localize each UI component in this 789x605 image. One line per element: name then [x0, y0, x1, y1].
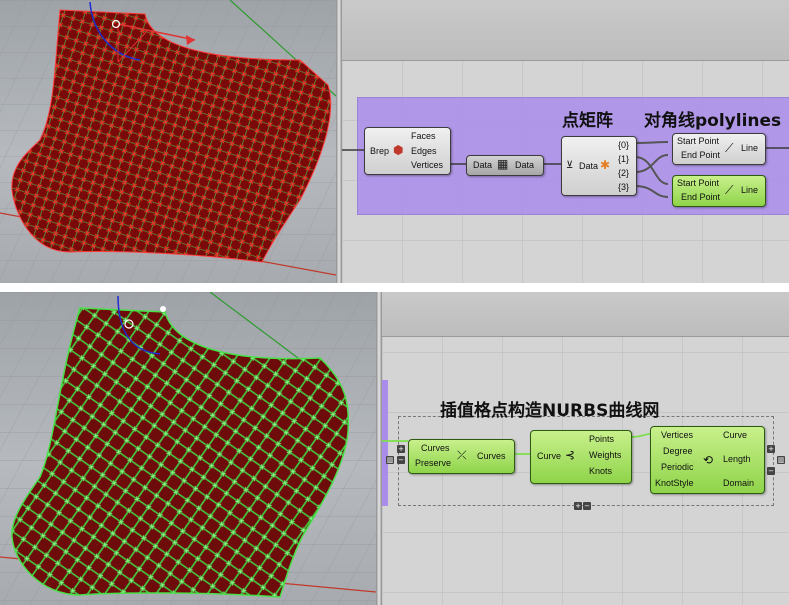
viewport-bottom[interactable] — [0, 292, 376, 605]
nurbs-input-degree: Degree — [663, 446, 693, 456]
line1-input-end: End Point — [681, 150, 721, 160]
matrix-icon: ▦ — [497, 157, 509, 171]
flip-curve-icon: ⤫ — [457, 448, 467, 462]
line-component-2[interactable]: Start Point End Point ⟋ Line — [672, 175, 766, 207]
canvas-bottom[interactable]: 插值格点构造NURBS曲线网 + − ▥ + − ▥ + − Curves Pr… — [382, 292, 789, 605]
nurbs-input-vertices: Vertices — [661, 430, 694, 440]
line-icon: ⟋ — [725, 183, 734, 197]
control-output-knots: Knots — [589, 466, 613, 476]
line2-input-end: End Point — [681, 192, 721, 202]
nurbs-output-curve: Curve — [723, 430, 748, 440]
control-points-component[interactable]: Curve ⊰ Points Weights Knots — [530, 430, 632, 484]
param-button-right[interactable]: ▥ — [777, 456, 785, 464]
nurbs-input-knotstyle: KnotStyle — [655, 478, 694, 488]
zoom-in-button-left[interactable]: + — [397, 445, 405, 453]
data1-input-label: Data — [473, 160, 493, 170]
flip-input-preserve: Preserve — [415, 458, 452, 468]
tree-icon: ✱ — [600, 158, 611, 172]
flip-output-curves: Curves — [477, 451, 506, 461]
line-icon: ⟋ — [725, 141, 734, 155]
viewport-top-render — [0, 0, 336, 283]
data1-output-label: Data — [515, 160, 535, 170]
viewport-top[interactable] — [0, 0, 336, 283]
explode-output-0: {0} — [618, 140, 630, 150]
canvas-top[interactable]: 点矩阵 对角线polylines Brep ⬢ Faces Edges Vert… — [342, 0, 789, 283]
explode-output-3: {3} — [618, 182, 630, 192]
nurbs-output-domain: Domain — [723, 478, 755, 488]
zoom-out-button-left[interactable]: − — [397, 456, 405, 464]
flip-curve-component[interactable]: Curves Preserve ⤫ Curves — [408, 439, 515, 474]
nurbs-input-periodic: Periodic — [661, 462, 694, 472]
deconstruct-brep-component[interactable]: Brep ⬢ Faces Edges Vertices — [364, 127, 451, 175]
control-points-icon: ⊰ — [565, 448, 576, 462]
brep-output-faces: Faces — [411, 131, 436, 141]
data-matrix-component[interactable]: Data ▦ Data — [466, 155, 544, 176]
panel-divider — [0, 283, 789, 292]
control-output-points: Points — [589, 434, 615, 444]
explode-tree-component[interactable]: ⊻ Data ✱ {0} {1} {2} {3} — [561, 136, 637, 196]
explode-output-1: {1} — [618, 154, 630, 164]
nurbs-output-length: Length — [723, 454, 751, 464]
line2-output: Line — [741, 185, 759, 195]
explode-input-label: Data — [579, 161, 599, 171]
viewport-bottom-render — [0, 292, 376, 605]
flip-input-curves: Curves — [421, 443, 450, 453]
nurbs-icon: ⟲ — [703, 453, 714, 467]
line1-output: Line — [741, 143, 759, 153]
brep-output-edges: Edges — [411, 146, 437, 156]
zoom-in-button-right[interactable]: + — [767, 445, 775, 453]
line-component-1[interactable]: Start Point End Point ⟋ Line — [672, 133, 766, 165]
brep-deconstruct-icon: ⬢ — [393, 143, 404, 157]
line1-input-start: Start Point — [677, 136, 720, 146]
control-output-weights: Weights — [589, 450, 622, 460]
nurbs-curve-component[interactable]: Vertices Degree Periodic KnotStyle ⟲ Cur… — [650, 426, 765, 494]
brep-input-label: Brep — [370, 146, 390, 156]
param-button-left[interactable]: ▥ — [386, 456, 394, 464]
zoom-in-button-bottom[interactable]: + — [574, 502, 582, 510]
brep-output-vertices: Vertices — [411, 160, 444, 170]
explode-output-2: {2} — [618, 168, 630, 178]
zoom-out-button-right[interactable]: − — [767, 467, 775, 475]
control-input-curve: Curve — [537, 451, 562, 461]
zoom-out-button-bottom[interactable]: − — [583, 502, 591, 510]
line2-input-start: Start Point — [677, 178, 720, 188]
filter-icon: ⊻ — [566, 160, 574, 171]
